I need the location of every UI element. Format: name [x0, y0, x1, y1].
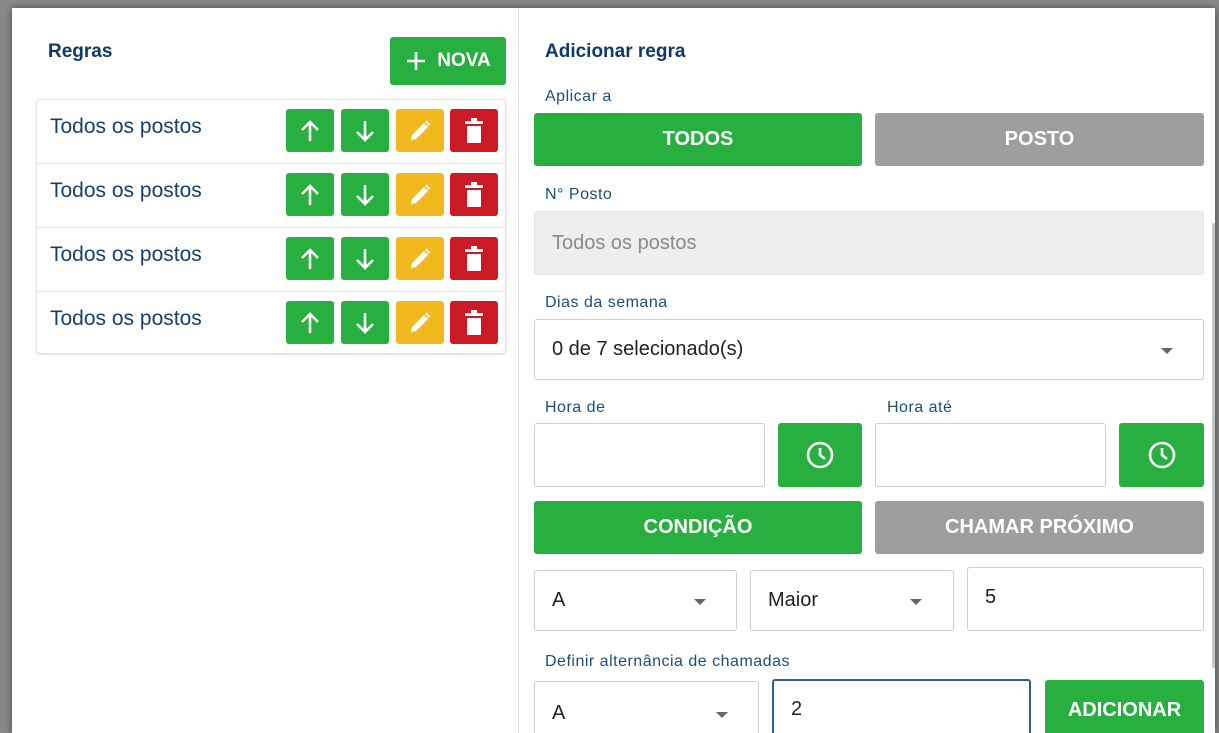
hora-de-input[interactable] — [534, 423, 765, 487]
condition-value-input[interactable]: 5 — [967, 567, 1204, 631]
move-down-button[interactable] — [341, 109, 389, 152]
arrow-up-icon — [301, 247, 319, 269]
rules-panel: Regras NOVA Todos os postos Todos os pos… — [12, 8, 518, 733]
rule-label: Todos os postos — [50, 307, 202, 330]
rule-label: Todos os postos — [50, 179, 202, 202]
add-button[interactable]: ADICIONAR — [1045, 680, 1204, 733]
trash-icon — [465, 309, 483, 335]
move-down-button[interactable] — [341, 173, 389, 216]
condicao-button[interactable]: CONDIÇÃO — [534, 501, 862, 554]
alternancia-label: Definir alternância de chamadas — [545, 653, 790, 670]
edit-button[interactable] — [396, 301, 444, 344]
alternancia-value-input[interactable]: 2 — [772, 679, 1031, 733]
trash-icon — [465, 117, 483, 143]
delete-button[interactable] — [450, 237, 498, 280]
rule-label: Todos os postos — [50, 243, 202, 266]
alternancia-field-value: A — [552, 701, 566, 724]
move-down-button[interactable] — [341, 301, 389, 344]
pencil-icon — [411, 184, 431, 204]
trash-icon — [465, 181, 483, 207]
pencil-icon — [411, 248, 431, 268]
delete-button[interactable] — [450, 173, 498, 216]
arrow-up-icon — [301, 183, 319, 205]
move-down-button[interactable] — [341, 237, 389, 280]
rule-row: Todos os postos — [37, 228, 505, 292]
posto-placeholder: Todos os postos — [552, 231, 697, 254]
edit-button[interactable] — [396, 173, 444, 216]
hora-ate-clock-button[interactable] — [1119, 423, 1204, 487]
move-up-button[interactable] — [286, 109, 334, 152]
edit-button[interactable] — [396, 237, 444, 280]
hora-de-label: Hora de — [545, 399, 606, 416]
delete-button[interactable] — [450, 301, 498, 344]
rules-list: Todos os postos Todos os postos Todos os… — [36, 99, 506, 354]
apply-todos-button[interactable]: TODOS — [534, 113, 862, 166]
arrow-down-icon — [356, 248, 374, 270]
chamar-proximo-button[interactable]: CHAMAR PRÓXIMO — [875, 501, 1204, 554]
rule-row: Todos os postos — [37, 164, 505, 228]
arrow-up-icon — [301, 311, 319, 333]
edit-button[interactable] — [396, 109, 444, 152]
plus-icon — [405, 50, 427, 72]
move-up-button[interactable] — [286, 301, 334, 344]
hora-ate-input[interactable] — [875, 423, 1106, 487]
posto-label: N° Posto — [545, 186, 613, 203]
hora-de-clock-button[interactable] — [778, 423, 862, 487]
rules-title: Regras — [48, 41, 113, 62]
chevron-down-icon — [694, 599, 706, 605]
add-rule-panel: Adicionar regra Aplicar a TODOS POSTO N°… — [518, 8, 1215, 733]
delete-button[interactable] — [450, 109, 498, 152]
hora-ate-label: Hora até — [887, 399, 953, 416]
apply-posto-button[interactable]: POSTO — [875, 113, 1204, 166]
condition-field-value: A — [552, 589, 566, 611]
move-up-button[interactable] — [286, 173, 334, 216]
chevron-down-icon — [910, 599, 922, 605]
rule-row: Todos os postos — [37, 100, 505, 164]
chevron-down-icon — [716, 712, 728, 718]
condition-operator-select[interactable]: Maior — [750, 570, 954, 631]
apply-label: Aplicar a — [545, 88, 612, 105]
days-select[interactable]: 0 de 7 selecionado(s) — [534, 319, 1204, 380]
condition-field-select[interactable]: A — [534, 570, 737, 631]
new-rule-button[interactable]: NOVA — [390, 37, 506, 85]
rule-row: Todos os postos — [37, 292, 505, 356]
chevron-down-icon — [1161, 348, 1173, 354]
alternancia-field-select[interactable]: A — [534, 681, 759, 733]
rule-label: Todos os postos — [50, 115, 202, 138]
new-rule-label: NOVA — [437, 50, 491, 71]
arrow-down-icon — [356, 312, 374, 334]
clock-icon — [806, 441, 834, 469]
arrow-down-icon — [356, 184, 374, 206]
alternancia-value: 2 — [791, 698, 803, 720]
posto-input[interactable]: Todos os postos — [534, 211, 1204, 275]
app-window: Regras NOVA Todos os postos Todos os pos… — [12, 8, 1215, 733]
clock-icon — [1148, 441, 1175, 469]
add-rule-title: Adicionar regra — [545, 41, 686, 62]
arrow-up-icon — [301, 119, 319, 141]
condition-operator-value: Maior — [768, 589, 819, 611]
arrow-down-icon — [356, 120, 374, 142]
scrollbar[interactable] — [1212, 223, 1215, 668]
trash-icon — [465, 245, 483, 271]
move-up-button[interactable] — [286, 237, 334, 280]
days-value: 0 de 7 selecionado(s) — [552, 338, 744, 360]
condition-value: 5 — [985, 586, 997, 608]
pencil-icon — [411, 312, 431, 332]
days-label: Dias da semana — [545, 294, 668, 311]
pencil-icon — [411, 120, 431, 140]
